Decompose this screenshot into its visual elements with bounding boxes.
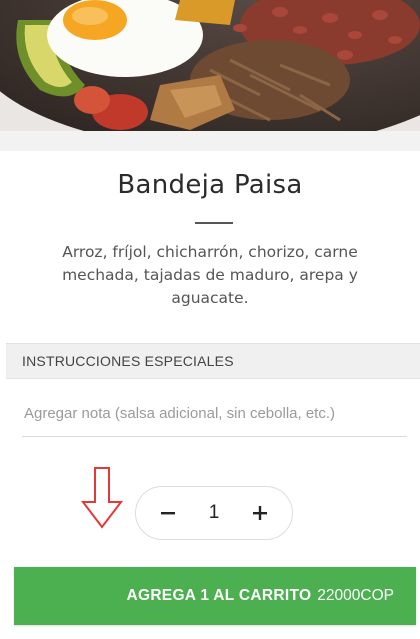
quantity-value: 1: [208, 502, 220, 523]
product-title: Bandeja Paisa: [117, 170, 303, 200]
section-separator: [0, 131, 420, 151]
decrement-button[interactable]: [156, 501, 180, 525]
minus-icon: [161, 512, 175, 515]
increment-button[interactable]: [248, 501, 272, 525]
special-instructions-header: INSTRUCCIONES ESPECIALES: [6, 343, 420, 379]
product-image: [0, 0, 420, 131]
add-to-cart-label: AGREGA 1 AL CARRITO: [126, 587, 312, 604]
add-to-cart-button[interactable]: AGREGA 1 AL CARRITO 22000COP: [14, 567, 416, 625]
product-description: Arroz, fríjol, chicharrón, chorizo, carn…: [62, 243, 358, 307]
down-arrow-icon: [80, 467, 124, 529]
food-photo: [0, 0, 420, 131]
add-to-cart-price: 22000COP: [317, 587, 394, 604]
product-card: Bandeja Paisa Arroz, fríjol, chicharrón,…: [0, 151, 420, 639]
special-instructions-label: INSTRUCCIONES ESPECIALES: [22, 353, 234, 369]
special-instructions-input[interactable]: [22, 391, 407, 437]
product-detail-screen: Bandeja Paisa Arroz, fríjol, chicharrón,…: [0, 0, 420, 639]
quantity-stepper: 1: [135, 486, 293, 540]
title-divider: [195, 222, 233, 224]
plus-icon: [253, 506, 267, 520]
